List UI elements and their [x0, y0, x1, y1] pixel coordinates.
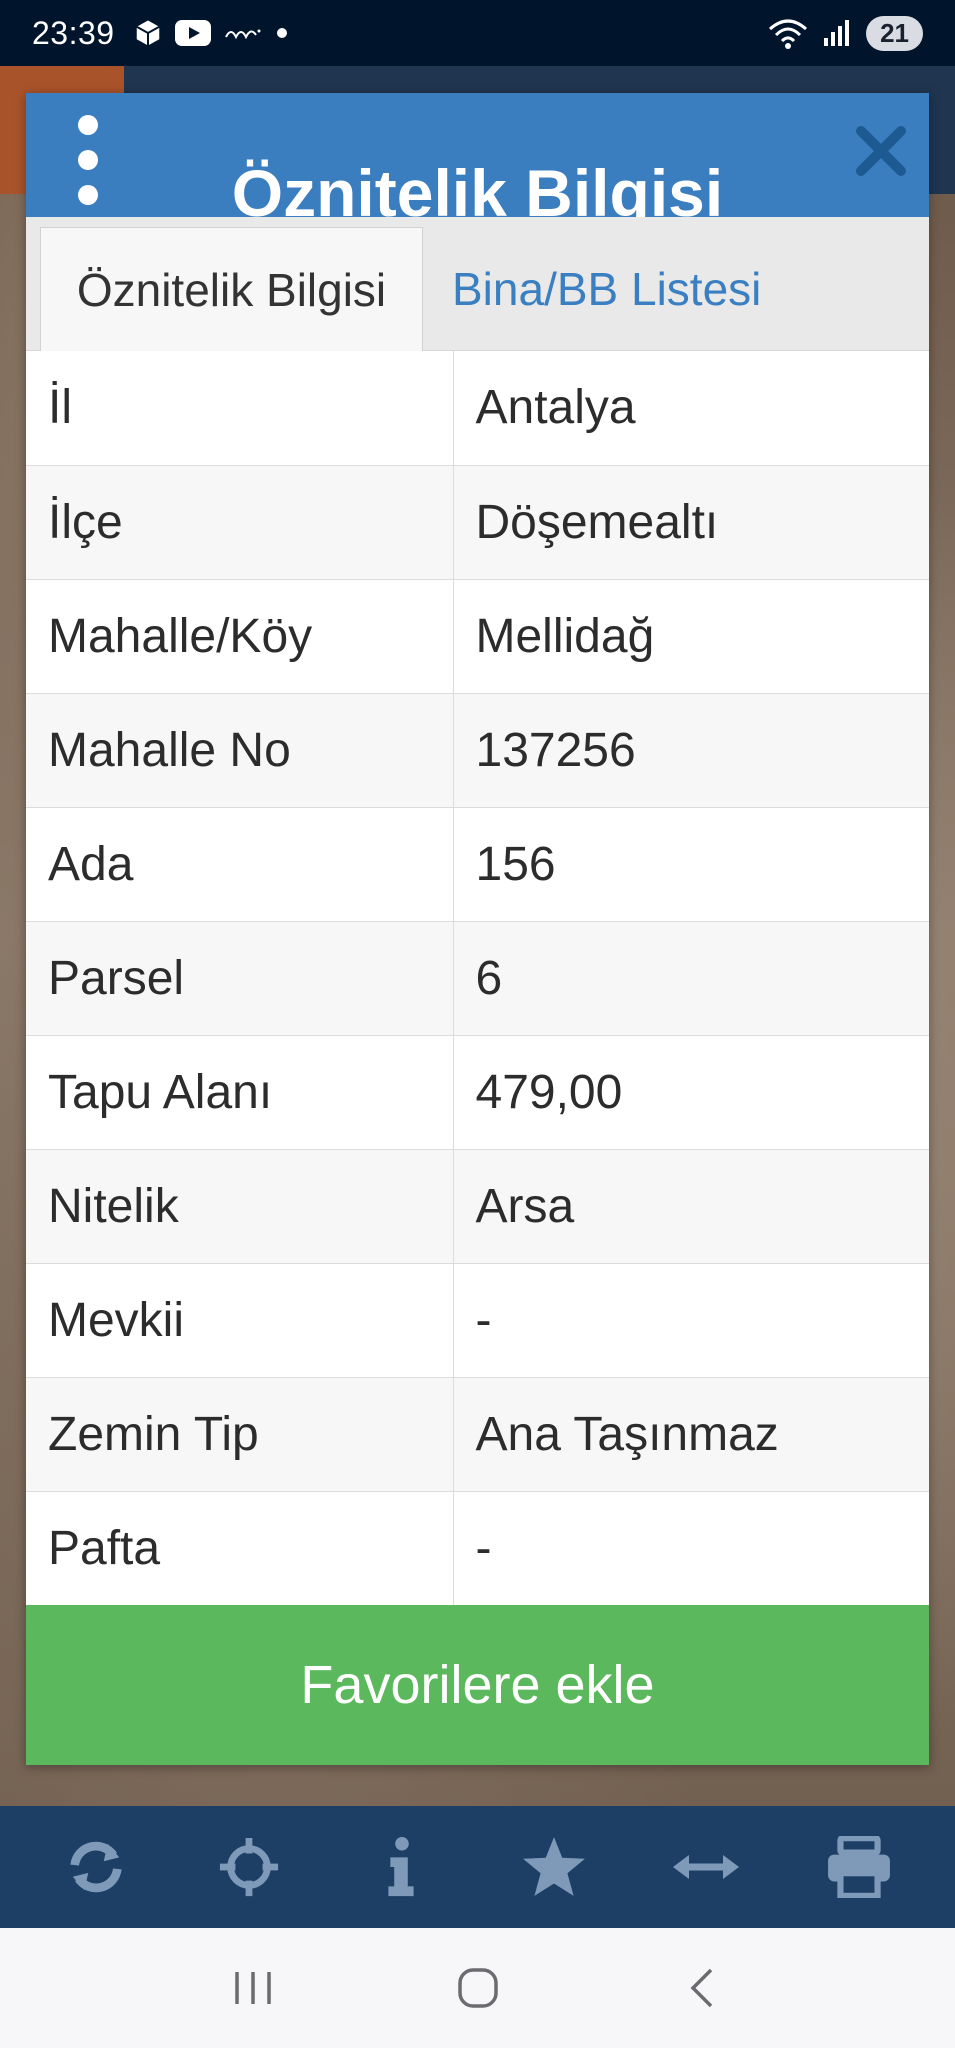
info-button[interactable] — [361, 1827, 441, 1907]
tab-attribute-info[interactable]: Öznitelik Bilgisi — [40, 227, 423, 351]
youtube-icon — [174, 20, 211, 46]
tab-building-list[interactable]: Bina/BB Listesi — [452, 227, 761, 351]
tab-bar: Öznitelik Bilgisi Bina/BB Listesi — [26, 217, 929, 351]
row-value: - — [453, 1491, 929, 1606]
row-value: Mellidağ — [453, 579, 929, 694]
map-toolbar — [0, 1806, 955, 1928]
row-value: 156 — [453, 807, 929, 922]
row-label: Tapu Alanı — [26, 1035, 454, 1150]
attribute-table: İl Antalya İlçe Döşemealtı Mahalle/Köy M… — [26, 351, 929, 1606]
close-icon[interactable] — [853, 123, 909, 179]
print-button[interactable] — [819, 1827, 899, 1907]
table-row: Parsel 6 — [26, 921, 929, 1036]
measure-button[interactable] — [666, 1827, 746, 1907]
locate-button[interactable] — [209, 1827, 289, 1907]
row-label: Nitelik — [26, 1149, 454, 1264]
row-label: Ada — [26, 807, 454, 922]
row-value: Ana Taşınmaz — [453, 1377, 929, 1492]
dot-icon — [276, 28, 287, 38]
row-value: 479,00 — [453, 1035, 929, 1150]
row-value: 137256 — [453, 693, 929, 808]
recent-apps-button[interactable] — [218, 1953, 288, 2023]
favorites-button[interactable] — [514, 1827, 594, 1907]
row-label: Mevkii — [26, 1263, 454, 1378]
table-row: İlçe Döşemealtı — [26, 465, 929, 580]
row-label: İlçe — [26, 465, 454, 580]
table-row: İl Antalya — [26, 351, 929, 466]
row-value: 6 — [453, 921, 929, 1036]
measure-icon — [673, 1855, 740, 1879]
wifi-icon — [769, 19, 808, 49]
attribute-dialog: Öznitelik Bilgisi Öznitelik Bilgisi Bina… — [26, 93, 929, 1765]
system-icons: 21 — [768, 15, 923, 51]
row-label: Zemin Tip — [26, 1377, 454, 1492]
row-value: - — [453, 1263, 929, 1378]
row-label: Mahalle/Köy — [26, 579, 454, 694]
table-row: Tapu Alanı 479,00 — [26, 1035, 929, 1150]
table-row: Ada 156 — [26, 807, 929, 922]
notification-icons — [133, 18, 289, 48]
table-row: Mevkii - — [26, 1263, 929, 1378]
status-time: 23:39 — [32, 14, 115, 51]
home-button[interactable] — [443, 1953, 513, 2023]
row-label: Parsel — [26, 921, 454, 1036]
refresh-icon — [70, 1841, 122, 1893]
table-row: Pafta - — [26, 1491, 929, 1606]
table-row: Nitelik Arsa — [26, 1149, 929, 1264]
signal-icon — [824, 20, 850, 46]
package-icon — [135, 20, 160, 46]
print-icon — [827, 1836, 890, 1898]
table-row: Mahalle/Köy Mellidağ — [26, 579, 929, 694]
dialog-header: Öznitelik Bilgisi — [26, 93, 929, 217]
row-label: Pafta — [26, 1491, 454, 1606]
mynet-icon — [224, 29, 261, 40]
status-bar: 23:39 21 — [0, 0, 955, 66]
info-icon — [388, 1836, 414, 1897]
back-button[interactable] — [668, 1953, 738, 2023]
dialog-title: Öznitelik Bilgisi — [231, 156, 724, 217]
row-label: Mahalle No — [26, 693, 454, 808]
crosshair-icon — [219, 1837, 278, 1897]
row-value: Arsa — [453, 1149, 929, 1264]
star-icon — [522, 1837, 585, 1896]
row-label: İl — [26, 351, 454, 466]
add-to-favorites-button[interactable]: Favorilere ekle — [26, 1605, 929, 1765]
battery-level: 21 — [866, 15, 923, 51]
back-icon — [690, 1968, 712, 2008]
row-value: Döşemealtı — [453, 465, 929, 580]
recent-apps-icon — [234, 1972, 271, 2004]
refresh-button[interactable] — [56, 1827, 136, 1907]
system-nav-bar — [0, 1928, 955, 2048]
row-value: Antalya — [453, 351, 929, 466]
table-row: Mahalle No 137256 — [26, 693, 929, 808]
home-icon — [457, 1968, 498, 2008]
menu-dot-icon — [78, 115, 98, 135]
table-row: Zemin Tip Ana Taşınmaz — [26, 1377, 929, 1492]
